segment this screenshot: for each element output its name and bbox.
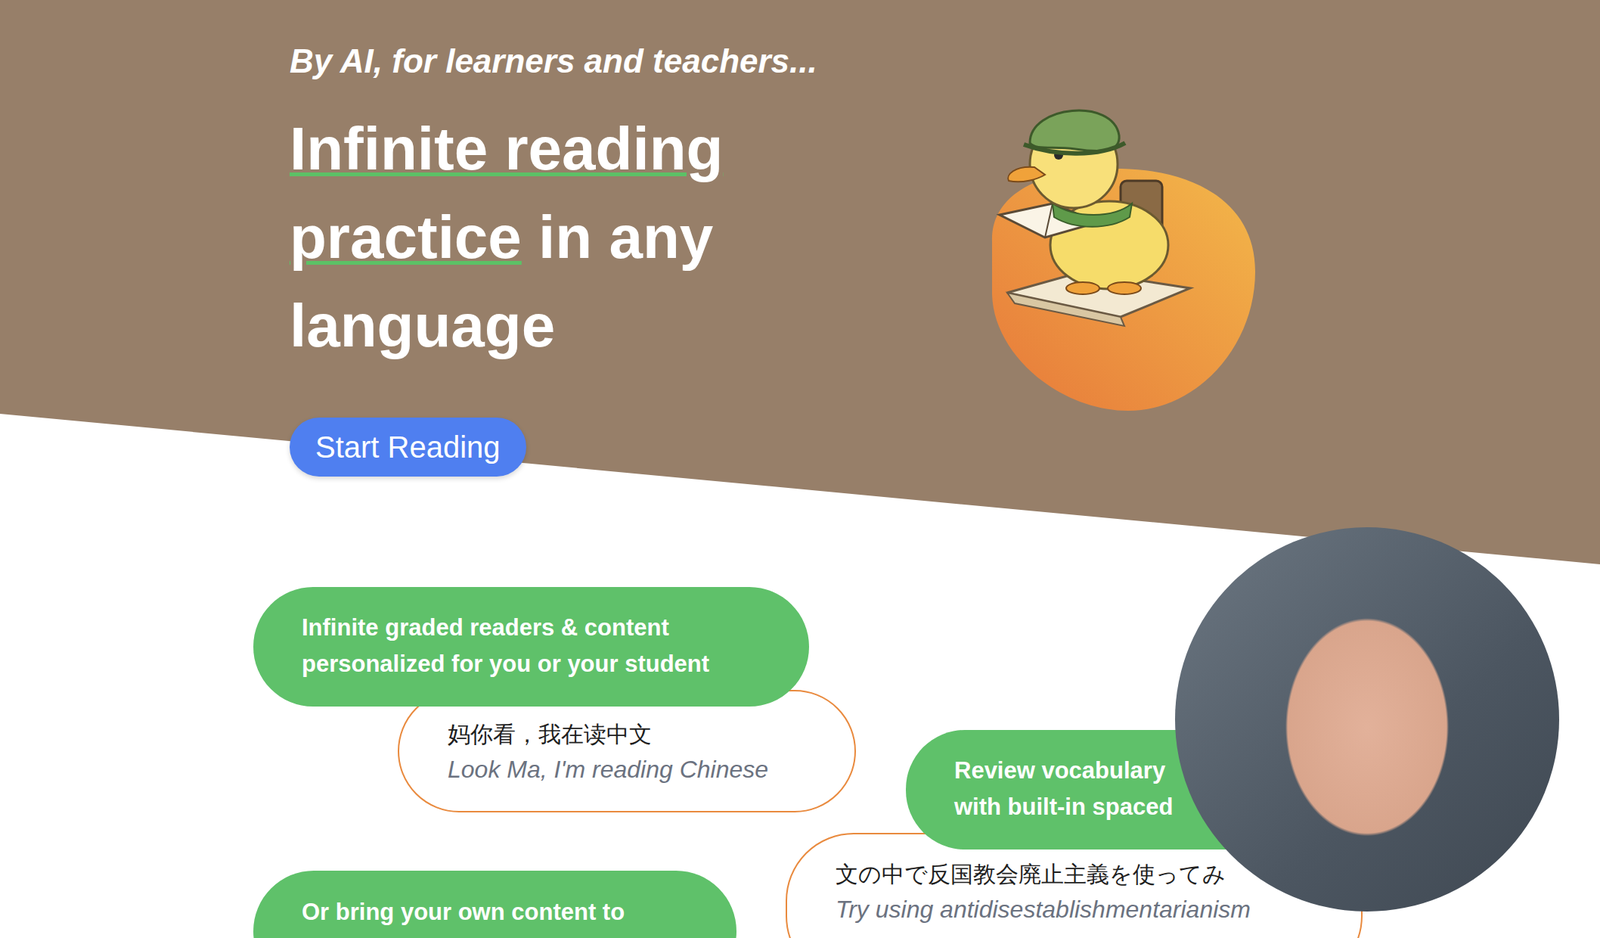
tagline: By AI, for learners and teachers... bbox=[289, 40, 818, 83]
example-translation: Look Ma, I'm reading Chinese bbox=[447, 751, 825, 787]
feature-bubble: Infinite graded readers & contentpersona… bbox=[253, 586, 810, 707]
hero-background bbox=[0, 0, 1600, 565]
hero-text: By AI, for learners and teachers...Infin… bbox=[289, 40, 774, 477]
feature-text: Infinite graded readers & content bbox=[301, 609, 779, 646]
feature-bubble: Or bring your own content to bbox=[253, 870, 737, 938]
start-reading-button[interactable]: Start Reading bbox=[289, 417, 527, 477]
feature-text: Or bring your own content to bbox=[301, 893, 707, 931]
hero: By AI, for learners and teachers... Infin… bbox=[0, 0, 1600, 530]
landing-page: By AI, for learners and teachers... Infin… bbox=[0, 0, 1600, 938]
headline: Infinite reading practice in any languag… bbox=[289, 104, 774, 370]
example-bubble: 妈你看，我在读中文Look Ma, I'm reading Chinese bbox=[397, 689, 856, 813]
duck-mascot-icon bbox=[969, 89, 1257, 412]
headline-highlight: Infinite reading practice bbox=[289, 114, 723, 271]
example-text: 妈你看，我在读中文 bbox=[447, 716, 825, 752]
presenter-photo bbox=[1175, 527, 1560, 912]
example-translation: Try using antidisestablishmentarianism bbox=[835, 891, 1331, 927]
feature-text: personalized for you or your student bbox=[301, 645, 779, 683]
